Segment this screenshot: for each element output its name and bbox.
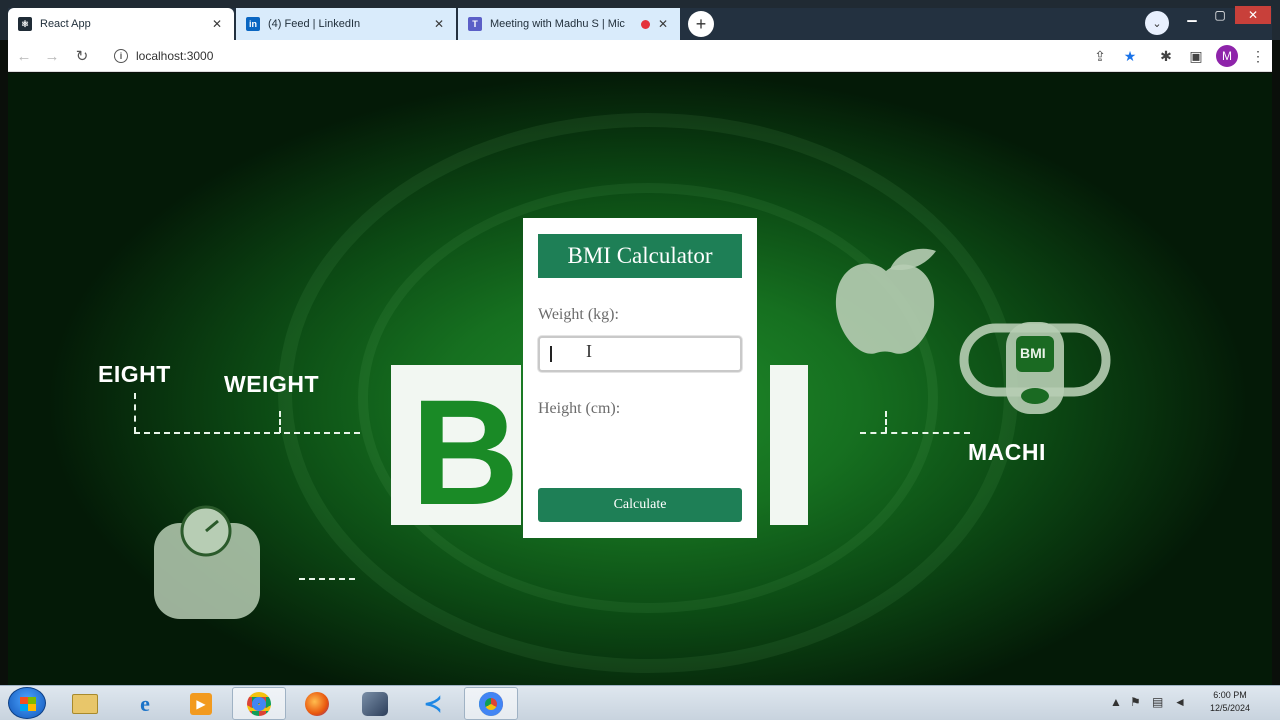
- dashed-line: [860, 432, 970, 434]
- browser-tab-strip: ⚛ React App ✕ in (4) Feed | LinkedIn ✕ T…: [0, 0, 1280, 40]
- page-viewport: B EIGHT WEIGHT MACHI BMI BMI Calculator …: [8, 73, 1272, 685]
- network-icon[interactable]: ▤: [1152, 695, 1163, 709]
- dashed-line: [134, 393, 136, 433]
- weight-label: Weight (kg):: [538, 306, 619, 323]
- tab-title: Meeting with Madhu S | Mic: [490, 18, 625, 30]
- tab-teams-meeting[interactable]: T Meeting with Madhu S | Mic ✕: [458, 8, 680, 40]
- action-center-icon[interactable]: ⚑: [1130, 695, 1141, 709]
- taskbar-internet-explorer[interactable]: e: [118, 687, 172, 720]
- background-letter-i: [770, 365, 808, 525]
- bmi-machine-icon: [959, 322, 1111, 414]
- taskbar-chrome[interactable]: [232, 687, 286, 720]
- reload-button[interactable]: ↻: [70, 44, 94, 68]
- screen: ⚛ React App ✕ in (4) Feed | LinkedIn ✕ T…: [0, 0, 1280, 720]
- side-panel-icon[interactable]: ▣: [1184, 44, 1208, 68]
- taskbar-media-player[interactable]: ▶: [174, 687, 228, 720]
- clock-date: 12/5/2024: [1209, 703, 1251, 713]
- taskbar-explorer[interactable]: [58, 687, 112, 720]
- browser-toolbar: ← → ↻ i localhost:3000 ⇪ ★ ✱ ▣ M ⋮: [8, 40, 1272, 72]
- background-word: MACHI: [968, 439, 1046, 465]
- tab-search-button[interactable]: ⌄: [1145, 11, 1169, 35]
- volume-icon[interactable]: ◄: [1174, 695, 1186, 709]
- mouse-cursor-ibeam: I: [586, 341, 592, 361]
- forward-button[interactable]: →: [40, 44, 64, 68]
- taskbar-chrome-profile[interactable]: [464, 687, 518, 720]
- bookmark-star-icon[interactable]: ★: [1118, 44, 1142, 68]
- system-clock[interactable]: 6:00 PM 12/5/2024: [1200, 689, 1260, 715]
- tab-title: (4) Feed | LinkedIn: [268, 18, 361, 30]
- new-tab-button[interactable]: +: [688, 11, 714, 37]
- clock-time: 6:00 PM: [1213, 690, 1247, 700]
- window-close-button[interactable]: ✕: [1235, 6, 1271, 24]
- linkedin-icon: in: [246, 17, 260, 31]
- site-info-icon[interactable]: i: [114, 49, 128, 63]
- windows-taskbar: e ▶ ≺ ▲ ⚑ ▤ ◄ 6:00 PM 12/5/2024: [0, 685, 1280, 720]
- tab-linkedin[interactable]: in (4) Feed | LinkedIn ✕: [236, 8, 456, 40]
- bmi-badge-text: BMI: [1020, 345, 1046, 361]
- maximize-button[interactable]: ▢: [1206, 6, 1234, 24]
- taskbar-app[interactable]: [348, 687, 402, 720]
- tab-title: React App: [40, 18, 91, 30]
- vscode-icon: ≺: [423, 690, 443, 716]
- calculate-button[interactable]: Calculate: [538, 488, 742, 522]
- bmi-calculator-card: BMI Calculator Weight (kg): I Height (cm…: [523, 218, 757, 538]
- internet-explorer-icon: e: [140, 690, 150, 716]
- start-button[interactable]: [8, 687, 46, 719]
- close-icon[interactable]: ✕: [656, 17, 670, 31]
- close-icon[interactable]: ✕: [210, 17, 224, 31]
- weight-input[interactable]: [538, 336, 742, 372]
- dashed-line: [885, 411, 887, 433]
- profile-avatar[interactable]: M: [1216, 45, 1238, 67]
- taskbar-firefox[interactable]: [290, 687, 344, 720]
- background-word: WEIGHT: [224, 371, 319, 397]
- firefox-icon: [305, 691, 329, 716]
- back-button[interactable]: ←: [12, 44, 36, 68]
- background-letter-b: B: [391, 365, 521, 527]
- chrome-icon: [247, 691, 271, 716]
- extensions-icon[interactable]: ✱: [1154, 44, 1178, 68]
- tab-react-app[interactable]: ⚛ React App ✕: [8, 8, 234, 40]
- menu-kebab-icon[interactable]: ⋮: [1246, 44, 1270, 68]
- card-title: BMI Calculator: [538, 234, 742, 278]
- weighing-scale-icon: [154, 505, 260, 619]
- apple-icon: [835, 248, 936, 354]
- app-icon: [362, 691, 388, 716]
- share-icon[interactable]: ⇪: [1088, 44, 1112, 68]
- height-input[interactable]: [538, 428, 742, 464]
- dashed-line: [134, 432, 360, 434]
- react-icon: ⚛: [18, 17, 32, 31]
- minimize-button[interactable]: ▁: [1178, 6, 1206, 24]
- folder-icon: [72, 693, 98, 714]
- media-player-icon: ▶: [190, 692, 212, 715]
- close-icon[interactable]: ✕: [432, 17, 446, 31]
- chrome-icon: [479, 691, 503, 716]
- background-word: EIGHT: [98, 361, 171, 387]
- taskbar-vscode[interactable]: ≺: [406, 687, 460, 720]
- recording-icon: [641, 19, 650, 29]
- address-bar[interactable]: i localhost:3000: [104, 43, 1184, 69]
- tray-overflow-icon[interactable]: ▲: [1110, 695, 1122, 709]
- dashed-line: [299, 578, 355, 580]
- dashed-line: [279, 411, 281, 433]
- address-text: localhost:3000: [136, 49, 214, 63]
- height-label: Height (cm):: [538, 400, 621, 417]
- text-caret: [550, 346, 552, 362]
- teams-icon: T: [468, 17, 482, 31]
